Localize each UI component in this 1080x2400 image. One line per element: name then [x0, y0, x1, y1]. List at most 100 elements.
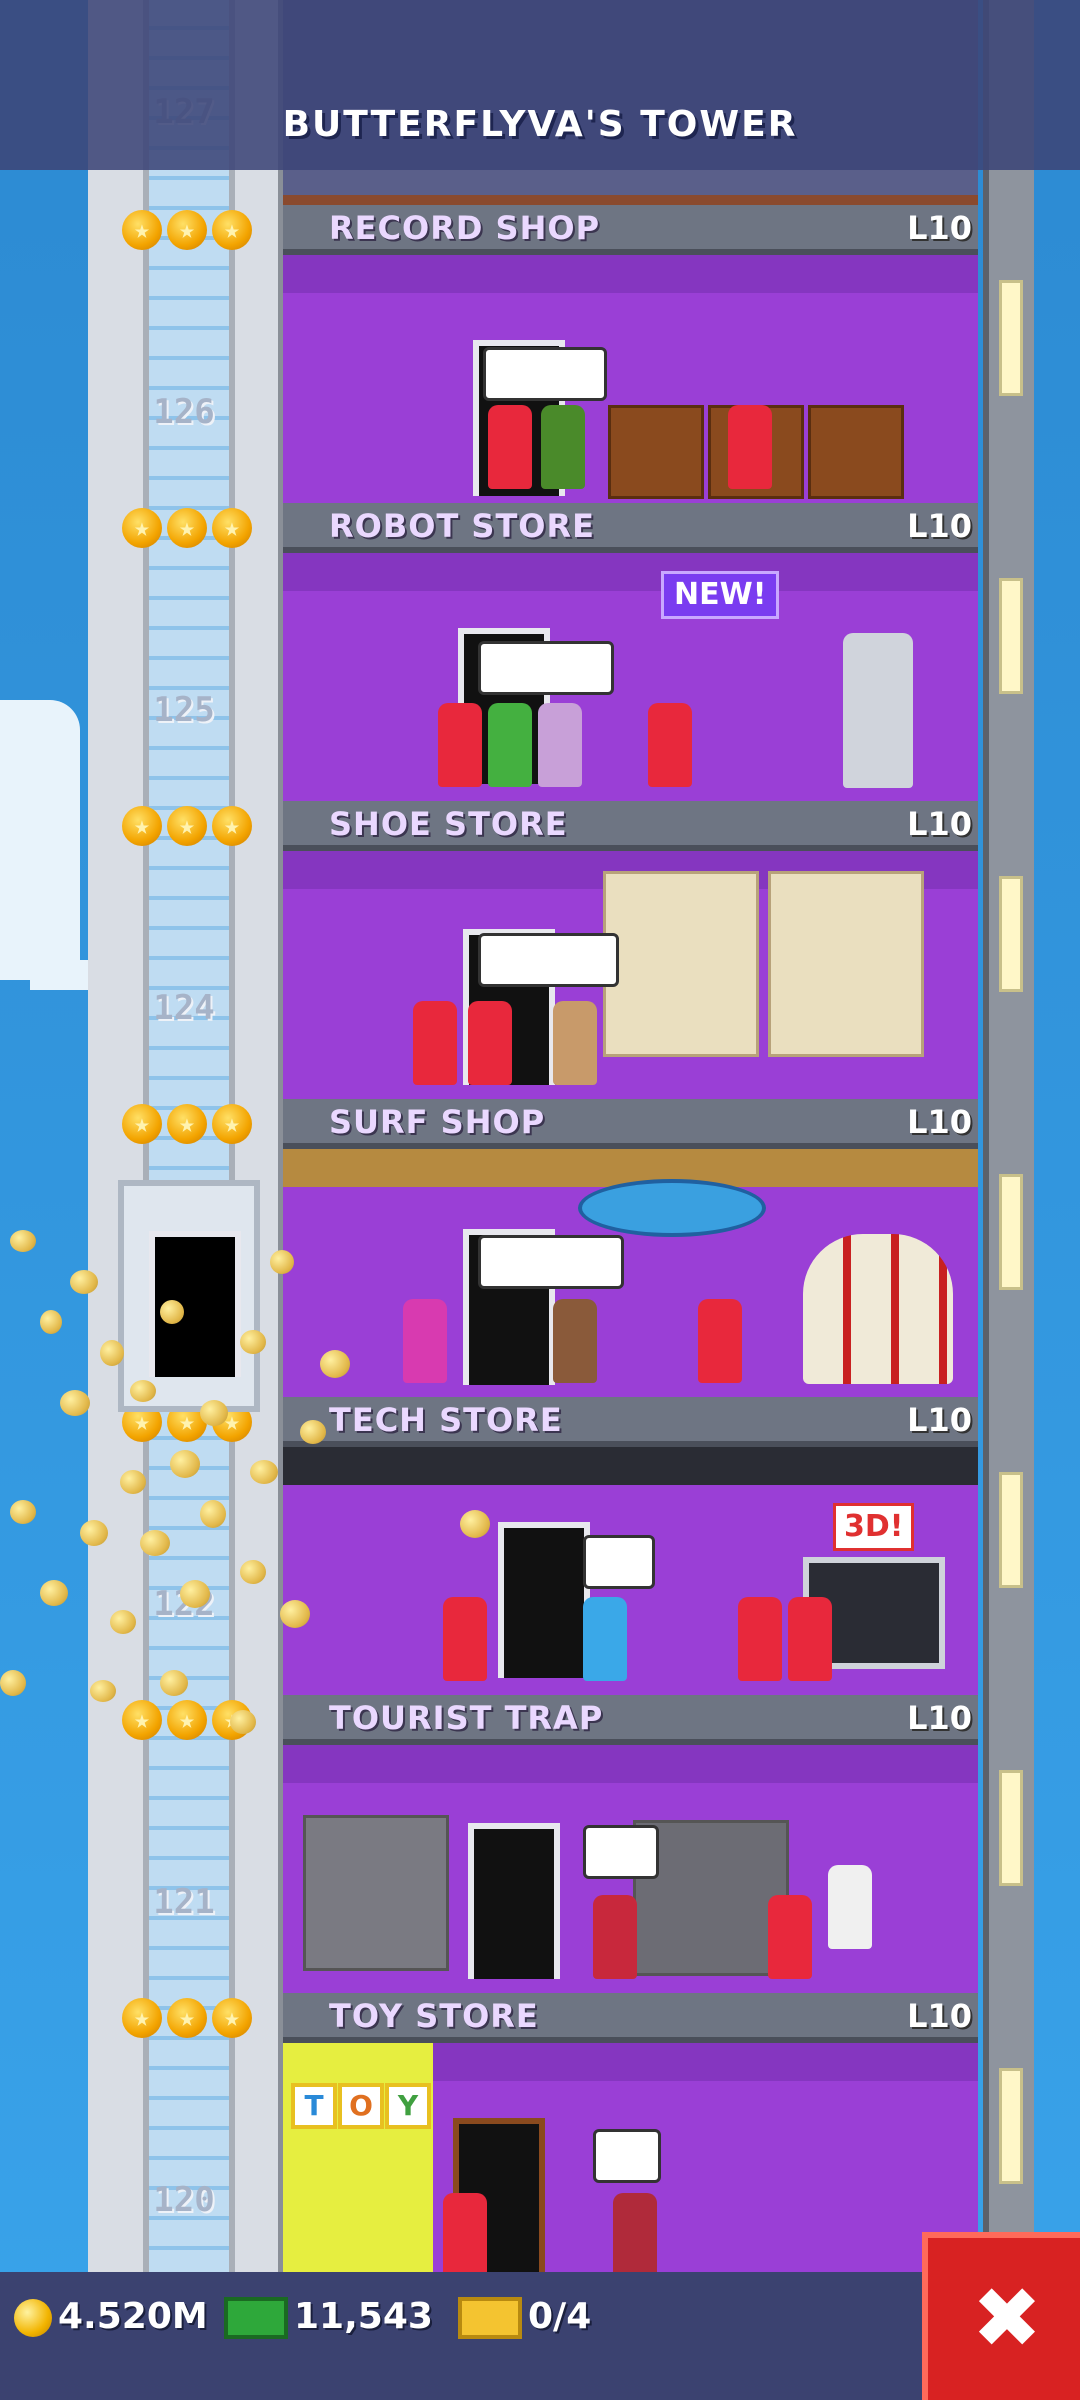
new-badge: NEW!	[661, 571, 780, 619]
star-icon: ★	[167, 1104, 207, 1144]
bux-counter[interactable]: 11,543	[224, 2292, 433, 2342]
coin-particle	[90, 1680, 116, 1702]
floor-room: 3D!	[283, 1447, 978, 1705]
floor-level: L10	[907, 1401, 972, 1439]
floor-level: L10	[907, 507, 972, 545]
floor-surf-shop[interactable]: SURF SHOP L10	[283, 1099, 978, 1407]
toy-wall-panel	[283, 2043, 433, 2281]
coin-particle	[270, 1250, 294, 1274]
rail-light	[999, 876, 1023, 992]
floor-banner: SHOE STORE L10	[283, 801, 978, 851]
star-icon: ★	[122, 806, 162, 846]
star-icon: ★	[212, 210, 252, 250]
star-icon: ★	[167, 1998, 207, 2038]
elevator-shaft[interactable]: 127 126 125 124 122 121 120 ★★★ ★★★ ★★★ …	[88, 0, 286, 2280]
golden-ticket-icon	[458, 2297, 522, 2339]
floor-room	[283, 255, 978, 513]
floor-name: SURF SHOP	[329, 1103, 546, 1141]
coin-particle	[120, 1470, 146, 1494]
floor-toy-store[interactable]: TOY STORE L10 T O Y	[283, 1993, 978, 2301]
coin-particle	[230, 1710, 256, 1734]
customer-sprite	[488, 405, 532, 489]
floor-tourist-trap[interactable]: TOURIST TRAP L10	[283, 1695, 978, 2003]
floor-record-shop[interactable]: RECORD SHOP L10	[283, 205, 978, 513]
coin-particle	[40, 1310, 62, 1334]
floor-banner: TECH STORE L10	[283, 1397, 978, 1447]
toy-sign-letter: O	[338, 2083, 384, 2129]
coin-particle	[320, 1350, 350, 1378]
speech-bubble	[478, 641, 614, 695]
customer-sprite	[788, 1597, 832, 1681]
wall-band	[283, 255, 978, 293]
bux-value: 11,543	[294, 2296, 433, 2337]
speech-bubble	[583, 1535, 655, 1589]
surfboard-display	[578, 1179, 766, 1237]
rail-light	[999, 1472, 1023, 1588]
floor-number: 126	[153, 392, 215, 432]
coins-counter[interactable]: 4.520M	[14, 2292, 208, 2342]
star-icon: ★	[212, 1998, 252, 2038]
floor-tech-store[interactable]: TECH STORE L10 3D!	[283, 1397, 978, 1705]
customer-sprite	[738, 1597, 782, 1681]
coin-particle	[110, 1610, 136, 1634]
coin-particle	[10, 1230, 36, 1252]
star-icon: ★	[212, 508, 252, 548]
customer-sprite	[443, 2193, 487, 2277]
rail-light	[999, 2068, 1023, 2184]
coin-particle	[250, 1460, 278, 1484]
tower-right-rail	[983, 0, 1034, 2280]
customer-sprite	[728, 405, 772, 489]
star-icon: ★	[167, 210, 207, 250]
floor-level: L10	[907, 1699, 972, 1737]
cloud	[30, 960, 90, 990]
customer-sprite	[553, 1299, 597, 1383]
star-icon: ★	[212, 1104, 252, 1144]
floor-shoe-store[interactable]: SHOE STORE L10	[283, 801, 978, 1109]
floor-level: L10	[907, 1103, 972, 1141]
coin-particle	[40, 1580, 68, 1606]
floor-stars: ★★★	[122, 210, 252, 250]
floor-banner: SURF SHOP L10	[283, 1099, 978, 1149]
floor-number: 125	[153, 690, 215, 730]
shoe-rack	[768, 871, 924, 1057]
floor-number: 121	[153, 1882, 215, 1922]
surfboard-rack	[803, 1234, 953, 1384]
close-button[interactable]: ✖	[922, 2232, 1080, 2400]
floor-banner: ROBOT STORE L10	[283, 503, 978, 553]
floor-banner: RECORD SHOP L10	[283, 205, 978, 255]
customer-sprite	[648, 703, 692, 787]
rail-light	[999, 578, 1023, 694]
coin-particle	[70, 1270, 98, 1294]
customer-sprite	[613, 2193, 657, 2277]
floor-robot-store[interactable]: ROBOT STORE L10 NEW!	[283, 503, 978, 811]
3d-badge: 3D!	[833, 1503, 915, 1551]
speech-bubble	[483, 347, 607, 401]
bux-bill-icon	[224, 2297, 288, 2339]
wall-band	[283, 1447, 978, 1485]
coin-particle	[280, 1600, 310, 1628]
star-icon: ★	[122, 1104, 162, 1144]
customer-sprite	[468, 1001, 512, 1085]
shoe-rack	[603, 871, 759, 1057]
coin-particle	[140, 1530, 170, 1556]
customer-sprite	[538, 703, 582, 787]
floor-level: L10	[907, 805, 972, 843]
rail-light	[999, 1770, 1023, 1886]
star-icon: ★	[122, 210, 162, 250]
speech-bubble	[478, 1235, 624, 1289]
speech-bubble	[583, 1825, 659, 1879]
coin-particle	[80, 1520, 108, 1546]
floor-name: ROBOT STORE	[329, 507, 595, 545]
speech-bubble	[478, 933, 619, 987]
elevator-car[interactable]	[118, 1180, 260, 1412]
floor-room: NEW!	[283, 553, 978, 811]
coin-particle	[240, 1560, 266, 1584]
toy-sign-letter: Y	[385, 2083, 431, 2129]
floor-stars: ★★★	[122, 508, 252, 548]
close-icon: ✖	[971, 2269, 1043, 2367]
tickets-counter[interactable]: 0/4	[458, 2292, 591, 2342]
floor-banner: TOURIST TRAP L10	[283, 1695, 978, 1745]
coin-particle	[300, 1420, 326, 1444]
tower-header: BUTTERFLYVA'S TOWER	[0, 0, 1080, 170]
speech-bubble	[593, 2129, 661, 2183]
